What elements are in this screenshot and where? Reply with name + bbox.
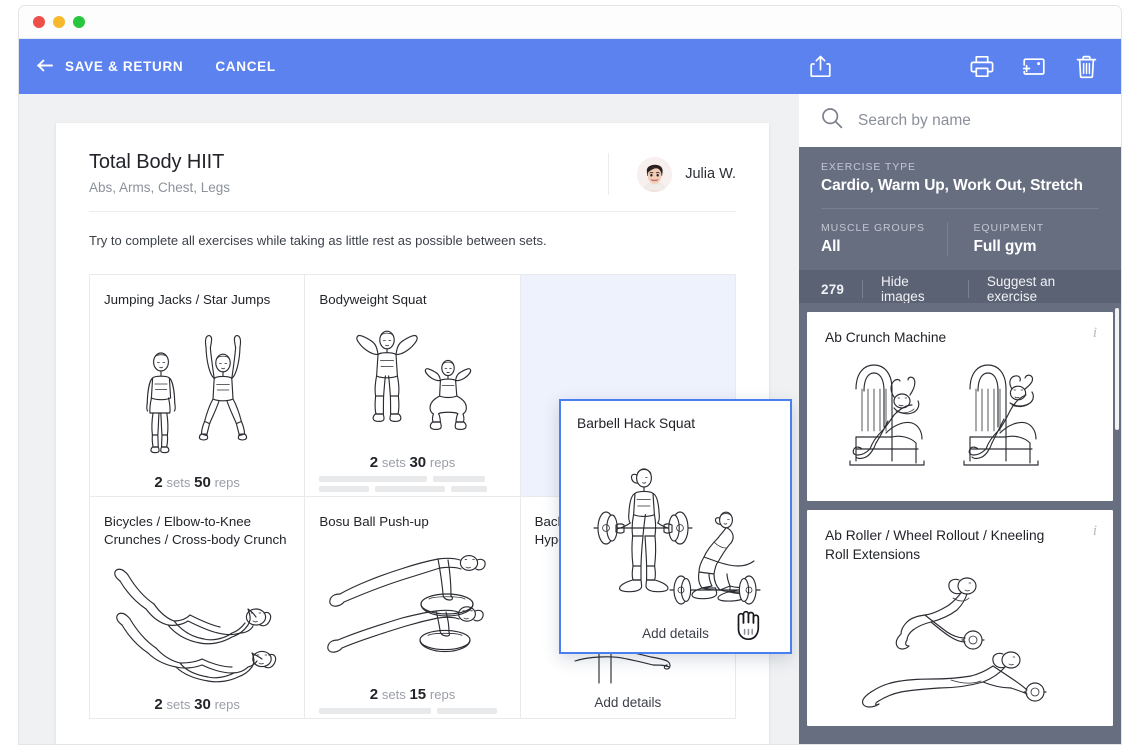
add-card-icon[interactable]	[1017, 50, 1051, 84]
exercise-card[interactable]: Jumping Jacks / Star Jumps 2 sets 50 rep…	[90, 275, 306, 497]
list-item[interactable]: Ab Crunch Machine i	[807, 312, 1113, 502]
muscle-groups-label: MUSCLE GROUPS	[821, 222, 925, 234]
search-icon	[821, 107, 843, 134]
workout-description: Try to complete all exercises while taki…	[89, 233, 547, 248]
window-titlebar	[19, 6, 1121, 39]
toolbar-left-group: SAVE & RETURN CANCEL	[37, 58, 276, 76]
sets-value: 2	[154, 474, 163, 491]
exercise-card[interactable]: Bosu Ball Push-up 2 sets 15 reps	[305, 497, 521, 719]
exercise-results-list[interactable]: Ab Crunch Machine i Ab Roller / Wheel Ro…	[799, 303, 1121, 744]
exercise-card[interactable]: Bicycles / Elbow-to-Knee Crunches / Cros…	[90, 497, 306, 719]
app-body: Total Body HIIT Abs, Arms, Chest, Legs J…	[19, 94, 1121, 744]
muscle-groups-filter[interactable]: MUSCLE GROUPS All	[821, 222, 947, 256]
suggest-exercise-button[interactable]: Suggest an exercise	[987, 274, 1099, 304]
exercise-type-filter[interactable]: EXERCISE TYPE Cardio, Warm Up, Work Out,…	[821, 161, 1099, 195]
info-icon[interactable]: i	[1093, 325, 1097, 342]
top-toolbar: SAVE & RETURN CANCEL	[19, 39, 1121, 94]
exercise-skeleton-row	[319, 486, 505, 496]
stats-divider	[862, 280, 864, 298]
dragged-card-footer: Add details	[577, 610, 774, 652]
exercise-sets-reps: 2 sets 30 reps	[104, 696, 290, 718]
exercise-title: Jumping Jacks / Star Jumps	[104, 292, 271, 307]
avatar	[637, 156, 673, 192]
reps-value: 30	[194, 696, 211, 713]
reps-label: reps	[214, 475, 240, 490]
toolbar-right-group	[965, 50, 1103, 84]
exercise-card[interactable]: Bodyweight Squat 2 sets 30 reps	[305, 275, 521, 497]
bosu-pushup-figure	[319, 531, 505, 686]
ab-roller-figure	[825, 564, 1095, 716]
add-details-label[interactable]: Add details	[642, 626, 709, 641]
sets-label: sets	[166, 475, 191, 490]
exercise-title: Bicycles / Elbow-to-Knee Crunches / Cros…	[104, 514, 287, 547]
exercise-sets-reps: 2 sets 50 reps	[104, 474, 290, 496]
sets-label: sets	[166, 697, 191, 712]
workout-subtitle: Abs, Arms, Chest, Legs	[89, 180, 231, 195]
search-input[interactable]	[858, 111, 1099, 130]
exercise-sets-reps: 2 sets 30 reps	[319, 454, 505, 476]
equipment-value: Full gym	[973, 238, 1037, 255]
results-count: 279	[821, 281, 845, 297]
reps-value: 50	[194, 474, 211, 491]
filters-panel: EXERCISE TYPE Cardio, Warm Up, Work Out,…	[799, 147, 1121, 270]
exercise-title: Bosu Ball Push-up	[319, 514, 429, 529]
workout-editor-pane: Total Body HIIT Abs, Arms, Chest, Legs J…	[19, 94, 799, 744]
workout-owner[interactable]: Julia W.	[608, 153, 736, 195]
library-exercise-title: Ab Crunch Machine	[825, 330, 947, 345]
list-item[interactable]: Ab Roller / Wheel Rollout / Kneeling Rol…	[807, 510, 1113, 727]
close-window-button[interactable]	[33, 16, 45, 28]
stats-divider	[967, 280, 969, 298]
bodyweight-squat-figure	[319, 309, 505, 454]
workout-title-group: Total Body HIIT Abs, Arms, Chest, Legs	[89, 151, 608, 195]
app-window: SAVE & RETURN CANCEL Total Body HIIT Abs…	[18, 5, 1122, 745]
owner-name: Julia W.	[685, 166, 736, 182]
maximize-window-button[interactable]	[73, 16, 85, 28]
search-bar	[799, 94, 1121, 147]
exercise-type-value: Cardio, Warm Up, Work Out, Stretch	[821, 177, 1083, 194]
save-and-return-button[interactable]: SAVE & RETURN	[65, 59, 183, 74]
exercise-title: Bodyweight Squat	[319, 292, 427, 307]
sidebar-scrollbar[interactable]	[1115, 308, 1119, 430]
reps-label: reps	[214, 697, 240, 712]
cancel-button[interactable]: CANCEL	[215, 59, 275, 74]
muscle-groups-value: All	[821, 238, 841, 255]
bicycle-crunch-figure	[104, 549, 290, 696]
sets-label: sets	[381, 455, 406, 470]
print-icon[interactable]	[965, 50, 999, 84]
filter-row: MUSCLE GROUPS All EQUIPMENT Full gym	[821, 209, 1099, 270]
add-details-label[interactable]: Add details	[535, 695, 721, 718]
barbell-hack-squat-figure	[577, 434, 774, 626]
dragged-exercise-title: Barbell Hack Squat	[577, 416, 696, 431]
equipment-filter[interactable]: EQUIPMENT Full gym	[946, 222, 1100, 256]
page-title: Total Body HIIT	[89, 151, 225, 173]
arrow-left-icon[interactable]	[37, 57, 54, 76]
sets-value: 2	[369, 686, 379, 703]
library-exercise-title: Ab Roller / Wheel Rollout / Kneeling Rol…	[825, 528, 1045, 563]
jumping-jacks-figure	[104, 309, 290, 474]
dragged-exercise-card[interactable]: Barbell Hack Squat Add details	[559, 399, 792, 654]
sets-value: 2	[369, 454, 379, 471]
exercise-skeleton-row	[319, 708, 505, 718]
trash-icon[interactable]	[1069, 50, 1103, 84]
sets-value: 2	[154, 696, 163, 713]
exercise-skeleton-row	[319, 476, 505, 486]
hide-images-button[interactable]: Hide images	[881, 274, 950, 304]
exercise-type-label: EXERCISE TYPE	[821, 161, 916, 173]
reps-label: reps	[429, 687, 456, 702]
reps-value: 15	[409, 686, 427, 703]
info-icon[interactable]: i	[1093, 523, 1097, 540]
ab-crunch-machine-figure	[825, 347, 1095, 491]
equipment-label: EQUIPMENT	[973, 222, 1045, 234]
grabbing-hand-cursor	[732, 607, 766, 648]
reps-label: reps	[429, 455, 456, 470]
reps-value: 30	[409, 454, 427, 471]
share-icon[interactable]	[803, 50, 837, 84]
minimize-window-button[interactable]	[53, 16, 65, 28]
exercise-library-sidebar: EXERCISE TYPE Cardio, Warm Up, Work Out,…	[799, 94, 1121, 744]
sets-label: sets	[381, 687, 406, 702]
exercise-sets-reps: 2 sets 15 reps	[319, 686, 505, 708]
workout-header: Total Body HIIT Abs, Arms, Chest, Legs J…	[89, 151, 736, 212]
